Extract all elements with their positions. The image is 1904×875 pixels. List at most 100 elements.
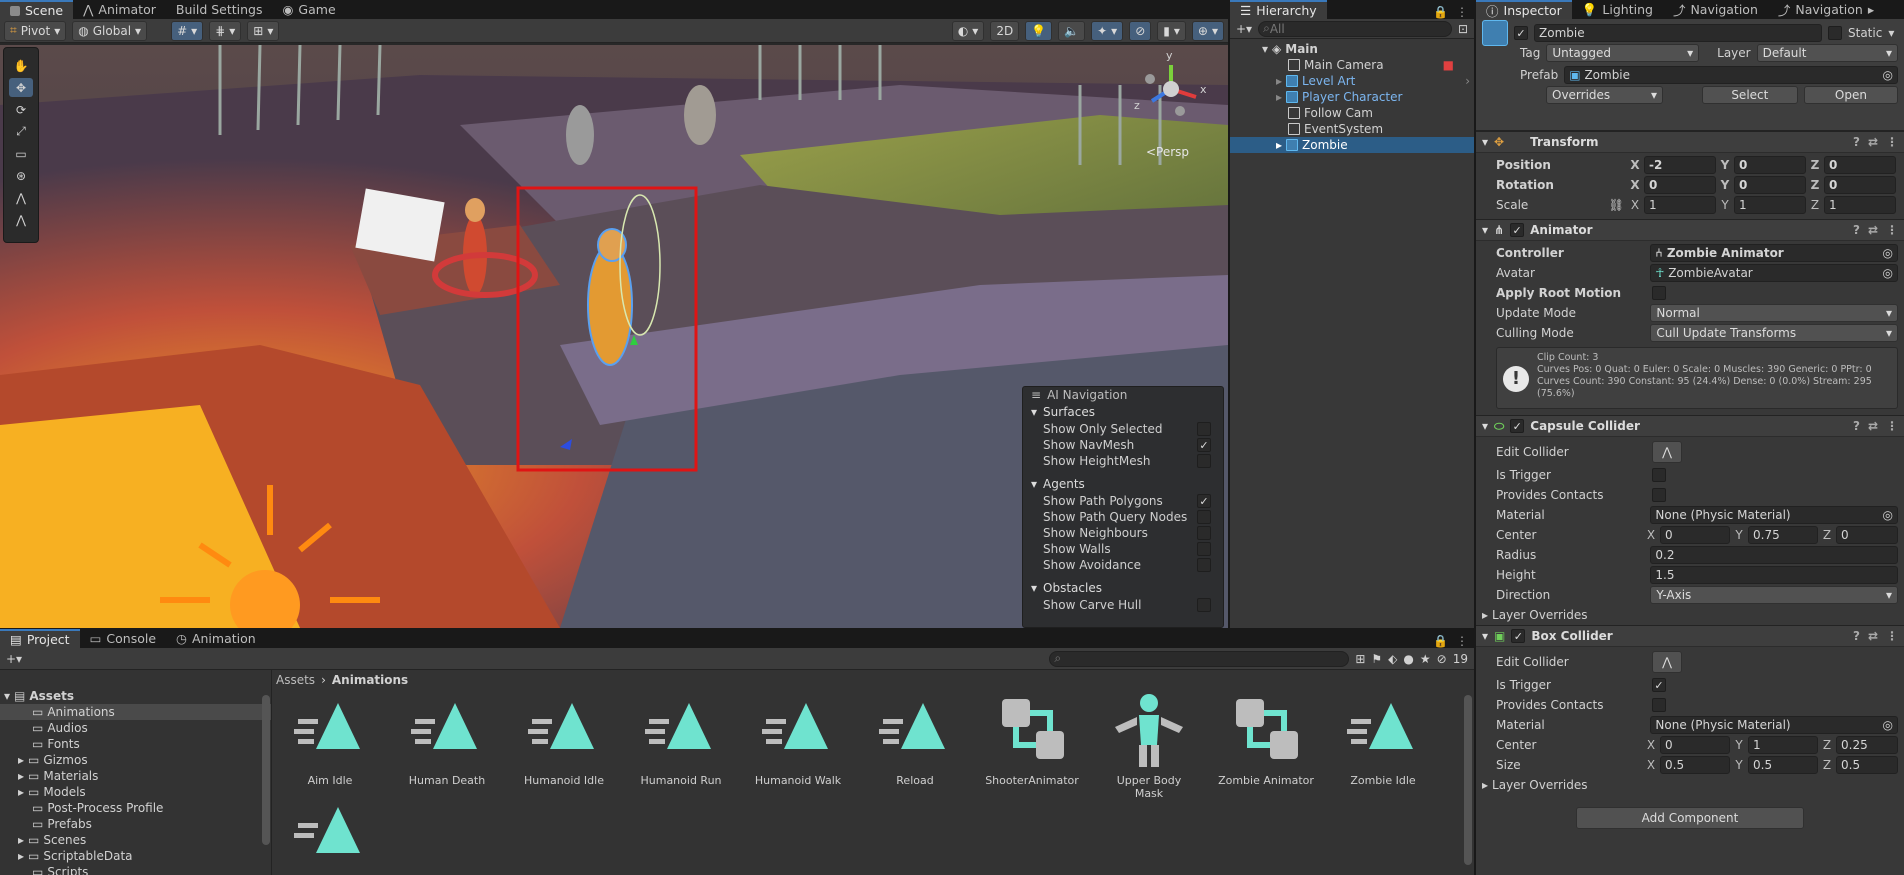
asset-tile[interactable]: Humanoid Walk [750, 691, 846, 787]
add-icon[interactable]: +▾ [6, 652, 22, 666]
asset-tile[interactable]: Humanoid Idle [516, 691, 612, 787]
move-tool-icon[interactable]: ✥ [9, 78, 33, 97]
help-icon[interactable]: ? [1853, 629, 1860, 643]
rotation-z-input[interactable]: 0 [1824, 176, 1896, 194]
hierarchy-item[interactable]: ▸ Player Character [1230, 89, 1474, 105]
controller-field[interactable]: ⑃ Zombie Animator ◎ [1650, 244, 1898, 262]
folder-item[interactable]: ▸ ▭ ScriptableData [0, 848, 271, 864]
tab-project[interactable]: ▤ Project [0, 629, 80, 648]
asset-tile[interactable]: Aim Idle [282, 691, 378, 787]
folder-item[interactable]: ▭ Scripts [0, 864, 271, 875]
transform-tool-icon[interactable]: ⊛ [9, 166, 33, 185]
capsule-enabled-checkbox[interactable]: ✓ [1510, 419, 1525, 433]
scale-tool-icon[interactable]: ⤢ [9, 122, 33, 141]
surfaces-foldout[interactable]: ▾ Surfaces [1023, 403, 1223, 421]
tab-game[interactable]: ◉ Game [273, 0, 346, 19]
preset-icon[interactable]: ⇄ [1868, 629, 1878, 643]
show-walls-checkbox[interactable] [1197, 542, 1211, 556]
nav-toggle[interactable]: Show Path Polygons ✓ [1023, 493, 1223, 509]
more-menu-icon[interactable]: ⋮ [1456, 5, 1468, 19]
lighting-toggle[interactable]: 💡 [1025, 20, 1053, 41]
is-trigger-checkbox[interactable] [1652, 468, 1666, 482]
tab-animation[interactable]: ◷ Animation [166, 629, 266, 648]
layer-dropdown[interactable]: Default ▾ [1756, 44, 1898, 62]
favorite-icon[interactable]: ★ [1420, 652, 1431, 666]
material-field[interactable]: None (Physic Material) ◎ [1650, 716, 1898, 734]
center-x-input[interactable]: 0 [1660, 526, 1730, 544]
folder-item[interactable]: ▭ Audios [0, 720, 271, 736]
tag-dropdown[interactable]: Untagged ▾ [1546, 44, 1700, 62]
asset-tile-partial[interactable] [282, 795, 378, 875]
open-button[interactable]: Open [1803, 86, 1898, 104]
folder-item[interactable]: ▸ ▭ Gizmos [0, 752, 271, 768]
show-only-selected-checkbox[interactable] [1197, 422, 1211, 436]
scale-z-input[interactable]: 1 [1824, 196, 1896, 214]
folder-item[interactable]: ▸ ▭ Scenes [0, 832, 271, 848]
culling-mode-dropdown[interactable]: Cull Update Transforms ▾ [1650, 324, 1898, 342]
hierarchy-search-input[interactable]: ⌕ All [1258, 20, 1452, 37]
more-tabs-icon[interactable]: ▸ [1868, 2, 1874, 17]
material-field[interactable]: None (Physic Material) ◎ [1650, 506, 1898, 524]
add-component-button[interactable]: Add Component [1576, 807, 1804, 829]
audio-toggle[interactable]: 🔈 [1058, 20, 1086, 41]
edit-collider-tool-icon[interactable]: ⋀ [9, 188, 33, 207]
layer-overrides-foldout[interactable]: ▸ Layer Overrides [1482, 605, 1898, 625]
object-picker-icon[interactable]: ◎ [1883, 508, 1893, 522]
object-picker-icon[interactable]: ◎ [1883, 246, 1893, 260]
search-options-icon[interactable]: ⊡ [1458, 22, 1468, 36]
preset-icon[interactable]: ⇄ [1868, 419, 1878, 433]
filter-icon[interactable]: ⚑ [1371, 652, 1382, 666]
folder-item[interactable]: ▸ ▭ Models [0, 784, 271, 800]
obstacles-foldout[interactable]: ▾ Obstacles [1023, 579, 1223, 597]
gizmos-dropdown[interactable]: ⊕ ▾ [1191, 20, 1224, 41]
nav-toggle[interactable]: Show Only Selected [1023, 421, 1223, 437]
animator-enabled-checkbox[interactable]: ✓ [1510, 223, 1525, 237]
object-picker-icon[interactable]: ◎ [1883, 266, 1893, 280]
show-avoidance-checkbox[interactable] [1197, 558, 1211, 572]
size-z-input[interactable]: 0.5 [1836, 756, 1898, 774]
object-picker-icon[interactable]: ◎ [1883, 68, 1893, 82]
size-y-input[interactable]: 0.5 [1748, 756, 1818, 774]
lock-icon[interactable]: 🔒 [1433, 634, 1448, 648]
grid-scrollbar[interactable] [1464, 695, 1472, 865]
rect-tool-icon[interactable]: ▭ [9, 144, 33, 163]
asset-tile[interactable]: Zombie Animator [1218, 691, 1314, 787]
update-mode-dropdown[interactable]: Normal ▾ [1650, 304, 1898, 322]
breadcrumb-assets[interactable]: Assets [276, 673, 315, 687]
tab-navigation-2[interactable]: ⤴ Navigation ▸ [1768, 0, 1884, 19]
folder-item[interactable]: ▭ Post-Process Profile [0, 800, 271, 816]
center-x-input[interactable]: 0 [1660, 736, 1730, 754]
capsule-collider-header[interactable]: ▾ ⬭ ✓ Capsule Collider ? ⇄ ⋮ [1476, 415, 1904, 437]
tab-console[interactable]: ▭ Console [80, 629, 166, 648]
tab-hierarchy[interactable]: ☰ Hierarchy [1230, 0, 1327, 19]
hierarchy-item[interactable]: Follow Cam [1230, 105, 1474, 121]
show-path-query-nodes-checkbox[interactable] [1197, 510, 1211, 524]
hidden-packages-icon[interactable]: ⊘ [1437, 652, 1447, 666]
hierarchy-item[interactable]: ▸ Level Art › [1230, 73, 1474, 89]
hierarchy-item[interactable]: EventSystem [1230, 121, 1474, 137]
draw-mode-dropdown[interactable]: ◐ ▾ [951, 20, 985, 41]
show-navmesh-checkbox[interactable]: ✓ [1197, 438, 1211, 452]
radius-input[interactable]: 0.2 [1650, 546, 1898, 564]
overrides-dropdown[interactable]: Overrides ▾ [1546, 86, 1664, 104]
project-search-input[interactable]: ⌕ [1049, 650, 1350, 667]
global-dropdown[interactable]: ◍ Global ▾ [72, 20, 148, 41]
custom-tool-icon[interactable]: ⋀ [9, 210, 33, 229]
folder-item[interactable]: ▭ Prefabs [0, 816, 271, 832]
nav-toggle[interactable]: Show Path Query Nodes [1023, 509, 1223, 525]
provides-contacts-checkbox[interactable] [1652, 698, 1666, 712]
chevron-down-icon[interactable]: ▾ [1888, 26, 1894, 40]
search-by-type-icon[interactable]: ⊞ [1355, 652, 1365, 666]
more-menu-icon[interactable]: ⋮ [1886, 223, 1898, 237]
asset-tile[interactable]: Zombie Idle [1335, 691, 1431, 787]
add-icon[interactable]: +▾ [1236, 22, 1252, 36]
more-menu-icon[interactable]: ⋮ [1886, 419, 1898, 433]
tab-animator[interactable]: ⋀ Animator [73, 0, 166, 19]
layer-overrides-foldout[interactable]: ▸ Layer Overrides [1482, 775, 1898, 795]
select-button[interactable]: Select [1701, 86, 1798, 104]
animator-header[interactable]: ▾ ⋔ ✓ Animator ? ⇄ ⋮ [1476, 219, 1904, 241]
lock-icon[interactable]: 🔒 [1433, 5, 1448, 19]
assets-root[interactable]: ▾ ▤ Assets [0, 688, 271, 704]
nav-toggle[interactable]: Show HeightMesh [1023, 453, 1223, 469]
active-checkbox[interactable]: ✓ [1514, 26, 1528, 40]
